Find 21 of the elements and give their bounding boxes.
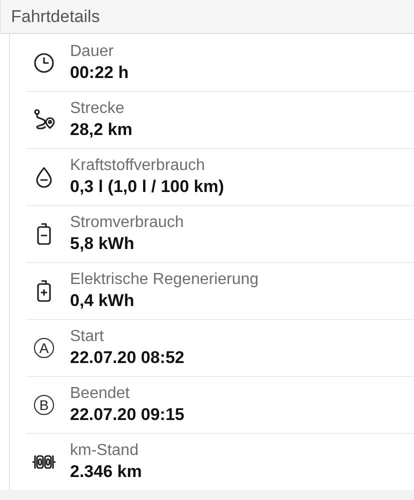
detail-value: 22.07.20 08:52 — [70, 348, 184, 368]
detail-value: 22.07.20 09:15 — [70, 405, 184, 425]
detail-label: km-Stand — [70, 442, 140, 460]
detail-label: Dauer — [70, 43, 115, 61]
clock-icon — [32, 51, 56, 75]
detail-label: Elektrische Regenerierung — [70, 271, 259, 289]
detail-value: 2.346 km — [70, 462, 142, 482]
detail-value: 5,8 kWh — [70, 234, 136, 254]
detail-label: Strecke — [70, 100, 126, 118]
detail-label: Kraftstoffverbrauch — [70, 157, 206, 175]
detail-value: 00:22 h — [70, 63, 129, 83]
detail-label: Start — [70, 328, 105, 346]
route-icon — [32, 108, 56, 132]
detail-label: Stromverbrauch — [70, 214, 184, 232]
detail-value: 0,4 kWh — [70, 291, 136, 311]
circled-letter-icon: A — [34, 338, 54, 358]
detail-value: 0,3 l (1,0 l / 100 km) — [70, 177, 224, 197]
detail-label: Beendet — [70, 385, 131, 403]
section-title: Fahrtdetails — [11, 6, 100, 26]
detail-value: 28,2 km — [70, 120, 132, 140]
circled-letter-icon: B — [34, 395, 54, 415]
